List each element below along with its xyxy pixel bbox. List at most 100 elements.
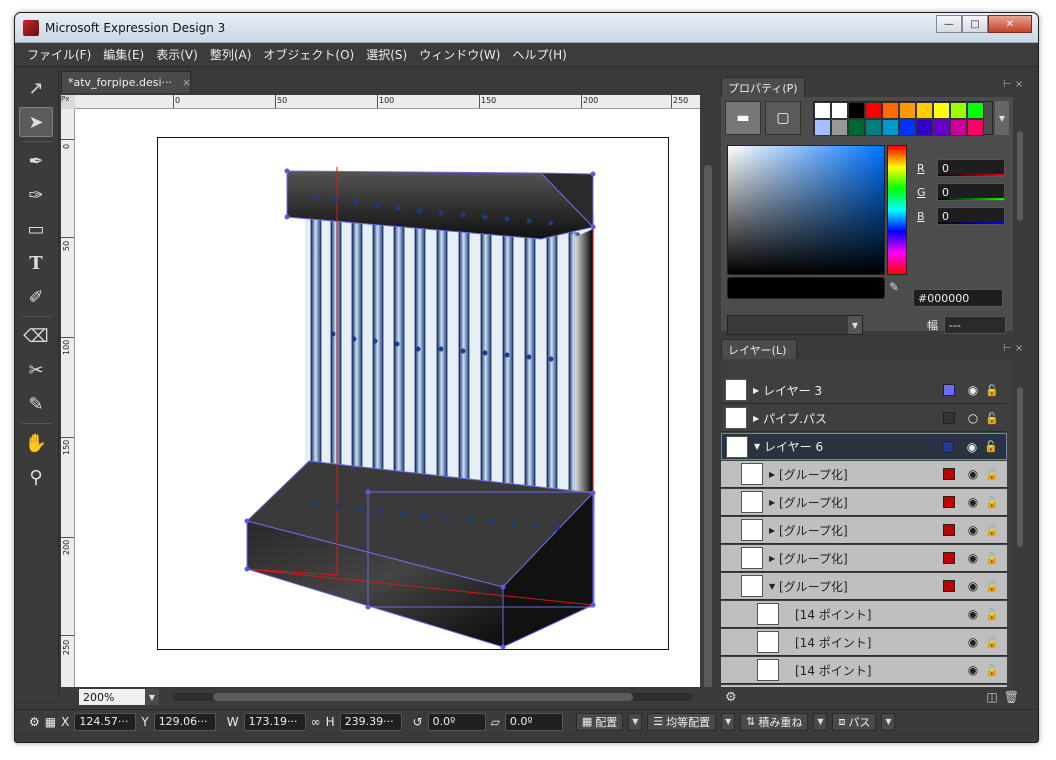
color-swatch[interactable] — [933, 119, 950, 136]
stack-button[interactable]: ⇅ 積み重ね — [740, 712, 809, 731]
layer-row[interactable]: ▼ レイヤー 6 ◉ 🔓 — [721, 433, 1007, 460]
color-swatch[interactable] — [899, 102, 916, 119]
width-field[interactable]: 173.19··· — [243, 712, 306, 731]
pin-icon[interactable]: ⊢ × — [1003, 343, 1023, 354]
y-field[interactable]: 129.06··· — [153, 712, 216, 731]
x-field[interactable]: 124.57··· — [74, 712, 137, 731]
layer-color-swatch[interactable] — [943, 580, 955, 592]
rectangle-tool-icon[interactable]: ▭ — [19, 214, 53, 244]
chevron-down-icon[interactable]: ▼ — [881, 712, 896, 731]
unlock-icon[interactable]: 🔓 — [985, 384, 999, 397]
pen-tool-icon[interactable]: ✑ — [19, 180, 53, 210]
hue-slider[interactable] — [887, 145, 907, 275]
direct-select-tool-icon[interactable]: ↗ — [19, 73, 53, 103]
color-swatch[interactable] — [831, 119, 848, 136]
chevron-down-icon[interactable]: ▼ — [995, 101, 1009, 135]
color-swatch[interactable] — [967, 119, 984, 136]
eraser-tool-icon[interactable]: ⌫ — [19, 321, 53, 351]
layer-row[interactable]: [14 ポイント] ◉ 🔓 — [721, 657, 1007, 684]
artboard-canvas[interactable] — [75, 109, 700, 697]
blue-field[interactable]: 0 — [937, 207, 1005, 225]
unlock-icon[interactable]: 🔓 — [985, 496, 999, 509]
tab-properties[interactable]: プロパティ(P) — [721, 77, 805, 97]
color-swatch[interactable] — [882, 102, 899, 119]
expand-toggle-icon[interactable]: ▼ — [754, 442, 764, 451]
eye-icon[interactable]: ◉ — [965, 495, 981, 509]
scissors-tool-icon[interactable]: ✂ — [19, 355, 53, 385]
chevron-down-icon[interactable]: ▼ — [721, 712, 736, 731]
close-button[interactable]: ✕ — [988, 15, 1032, 33]
eye-icon[interactable]: ◉ — [965, 523, 981, 537]
zoom-select[interactable]: 200% ▼ — [79, 689, 159, 705]
layer-color-swatch[interactable] — [942, 440, 954, 453]
color-swatch[interactable] — [882, 119, 899, 136]
gear-icon[interactable]: ⚙ — [725, 690, 737, 705]
color-swatch[interactable] — [899, 119, 916, 136]
color-swatch[interactable] — [916, 102, 933, 119]
unlock-icon[interactable]: 🔓 — [985, 552, 999, 565]
rotation-field[interactable]: 0.0º — [427, 712, 486, 731]
unlock-icon[interactable]: 🔓 — [985, 636, 999, 649]
hidden-icon[interactable]: ○ — [965, 411, 981, 425]
layer-row[interactable]: ▶ [グループ化] ◉ 🔓 — [721, 489, 1007, 516]
close-tab-icon[interactable]: × — [182, 76, 191, 89]
layer-row[interactable]: ▶ パイプ.パス ○ 🔓 — [721, 405, 1007, 432]
color-swatch[interactable] — [967, 102, 984, 119]
new-layer-icon[interactable]: ◫ — [986, 690, 997, 704]
unlock-icon[interactable]: 🔓 — [985, 468, 999, 481]
reference-point-icon[interactable]: ▦ — [45, 715, 56, 729]
chevron-down-icon[interactable]: ▼ — [813, 712, 828, 731]
expand-toggle-icon[interactable]: ▶ — [753, 386, 763, 395]
zoom-tool-icon[interactable]: ⚲ — [19, 462, 53, 492]
canvas-horizontal-scrollbar[interactable] — [173, 693, 693, 701]
stroke-button[interactable]: ▢ — [765, 101, 801, 135]
minimize-button[interactable]: — — [936, 15, 962, 33]
layer-row[interactable]: ▶ [グループ化] ◉ 🔓 — [721, 517, 1007, 544]
menu-help[interactable]: ヘルプ(H) — [506, 46, 572, 63]
height-field[interactable]: 239.39··· — [339, 712, 402, 731]
expand-toggle-icon[interactable]: ▶ — [769, 498, 779, 507]
scroll-thumb[interactable] — [213, 693, 633, 701]
eye-icon[interactable]: ◉ — [965, 607, 981, 621]
eye-icon[interactable]: ◉ — [965, 383, 981, 397]
eye-icon[interactable]: ◉ — [965, 467, 981, 481]
menu-object[interactable]: オブジェクト(O) — [257, 46, 360, 63]
layer-color-swatch[interactable] — [943, 496, 955, 508]
expand-toggle-icon[interactable]: ▶ — [769, 554, 779, 563]
eye-icon[interactable]: ◉ — [964, 440, 980, 454]
color-swatch[interactable] — [848, 119, 865, 136]
chevron-down-icon[interactable]: ▼ — [628, 712, 643, 731]
color-swatch[interactable] — [831, 102, 848, 119]
eyedropper-icon[interactable]: ✎ — [889, 280, 899, 294]
unlock-icon[interactable]: 🔓 — [985, 412, 999, 425]
layer-row[interactable]: ▼ [グループ化] ◉ 🔓 — [721, 573, 1007, 600]
eye-icon[interactable]: ◉ — [965, 551, 981, 565]
menu-file[interactable]: ファイル(F) — [21, 46, 97, 63]
red-field[interactable]: 0 — [937, 159, 1005, 177]
trash-icon[interactable]: 🗑 — [1004, 690, 1019, 704]
scroll-thumb[interactable] — [704, 165, 712, 705]
text-tool-icon[interactable]: T — [19, 248, 53, 278]
layer-row[interactable]: ▶ [グループ化] ◉ 🔓 — [721, 545, 1007, 572]
stroke-style-select[interactable]: ▼ — [727, 315, 863, 335]
skew-field[interactable]: 0.0º — [504, 712, 563, 731]
color-picker-field[interactable] — [727, 145, 885, 275]
color-swatch[interactable] — [814, 102, 831, 119]
distribute-button[interactable]: ☰ 均等配置 — [647, 712, 717, 731]
gear-icon[interactable]: ⚙ — [29, 715, 40, 729]
color-swatch[interactable] — [950, 102, 967, 119]
layer-row[interactable]: [14 ポイント] ◉ 🔓 — [721, 601, 1007, 628]
select-tool-icon[interactable]: ➤ — [19, 107, 53, 137]
layer-row[interactable]: ▶ [グループ化] ◉ 🔓 — [721, 461, 1007, 488]
unlock-icon[interactable]: 🔓 — [985, 524, 999, 537]
document-tab[interactable]: *atv_forpipe.desi··· × — [61, 71, 191, 93]
layer-row[interactable]: ▶ レイヤー 3 ◉ 🔓 — [721, 377, 1007, 404]
color-swatch[interactable] — [865, 119, 882, 136]
layer-color-swatch[interactable] — [943, 412, 955, 424]
eye-icon[interactable]: ◉ — [965, 579, 981, 593]
scroll-thumb[interactable] — [1017, 387, 1023, 547]
menu-select[interactable]: 選択(S) — [360, 46, 413, 63]
arrange-button[interactable]: ▦ 配置 — [575, 712, 624, 731]
menu-arrange[interactable]: 整列(A) — [204, 46, 258, 63]
unlock-icon[interactable]: 🔓 — [985, 664, 999, 677]
